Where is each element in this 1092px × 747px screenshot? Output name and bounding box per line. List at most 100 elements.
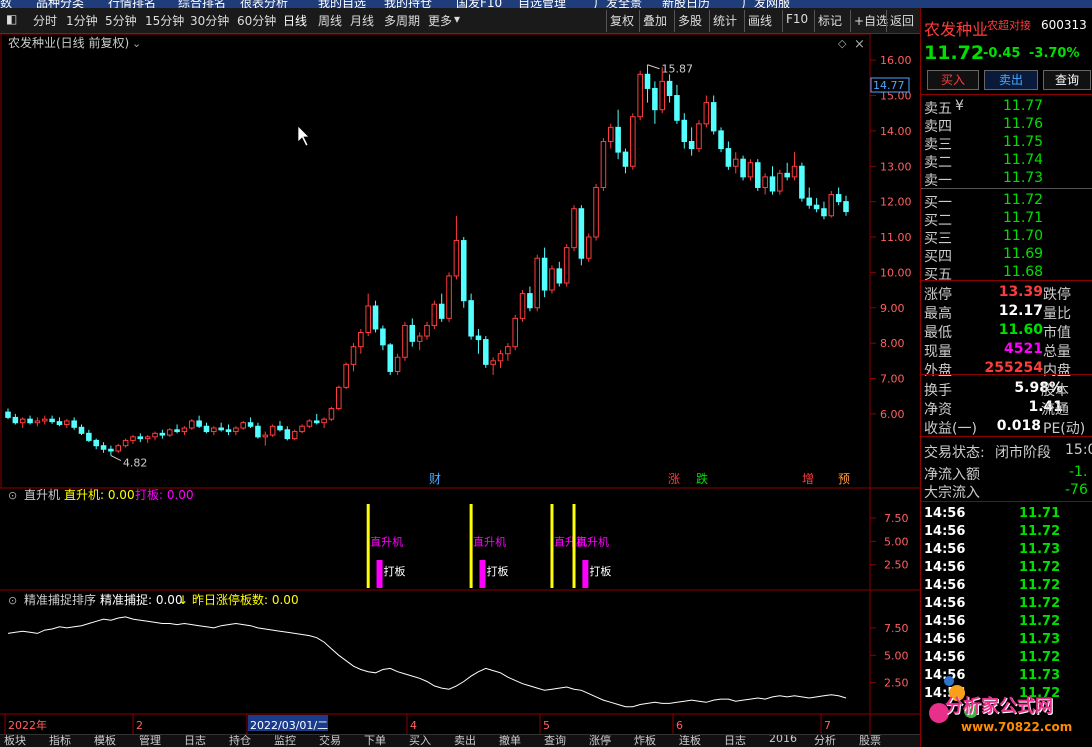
top-menu-item[interactable]: 新股日历 bbox=[662, 0, 710, 8]
period-tab[interactable]: 分时 bbox=[33, 12, 57, 29]
tick-row: 14:56 11.72 bbox=[921, 578, 1092, 596]
bottom-tab[interactable]: 交易 bbox=[319, 735, 341, 747]
period-tab[interactable]: 周线 bbox=[318, 12, 342, 29]
top-menu-item[interactable]: 广发网服 bbox=[742, 0, 790, 8]
period-tab[interactable]: 60分钟 bbox=[237, 12, 276, 29]
block-inflow-row: 大宗流入 -76 bbox=[921, 482, 1092, 501]
bottom-tab[interactable]: 查询 bbox=[544, 735, 566, 747]
top-menu-item[interactable]: 自选管理 bbox=[518, 0, 566, 8]
toolbar-action[interactable]: +自选 bbox=[854, 12, 888, 29]
close-icon[interactable]: × bbox=[854, 37, 865, 52]
period-tab[interactable]: 1分钟 bbox=[66, 12, 98, 29]
ask-price: 11.77 bbox=[1003, 98, 1044, 114]
indicator1-toggle-icon[interactable]: ⊙ bbox=[8, 489, 17, 502]
event-marker[interactable]: 预 bbox=[838, 472, 850, 486]
bottom-tab[interactable]: 炸板 bbox=[634, 735, 656, 747]
bottom-tab[interactable]: 日志 bbox=[184, 735, 206, 747]
bid-row[interactable]: 买三 11.70 bbox=[921, 228, 1092, 247]
toolbar-action[interactable]: F10 bbox=[786, 12, 808, 26]
ask-row[interactable]: 卖一 11.73 bbox=[921, 170, 1092, 189]
toolbar-action[interactable]: 叠加 bbox=[643, 12, 667, 29]
trade-status: 闭市阶段 bbox=[995, 445, 1051, 461]
stat-label-2: PE(动) bbox=[1043, 421, 1086, 437]
toolbar-action[interactable]: 画线 bbox=[748, 12, 772, 29]
bottom-tab[interactable]: 涨停 bbox=[589, 735, 611, 747]
y-tick-label: 14.00 bbox=[880, 125, 912, 138]
bottom-tab[interactable]: 日志 bbox=[724, 735, 746, 747]
sell-button[interactable]: 卖出 bbox=[984, 70, 1038, 90]
toolbar-separator bbox=[744, 10, 745, 32]
toolbar-action[interactable]: 复权 bbox=[610, 12, 634, 29]
tick-price: 11.72 bbox=[1019, 560, 1061, 575]
tick-price: 11.72 bbox=[1019, 650, 1061, 665]
bottom-tab[interactable]: 持仓 bbox=[229, 735, 251, 747]
event-marker[interactable]: 涨 bbox=[668, 471, 680, 486]
top-menu-item[interactable]: 很表分析 bbox=[240, 0, 288, 8]
super-label[interactable]: 农超对接 bbox=[987, 17, 1031, 33]
period-tab[interactable]: 月线 bbox=[350, 12, 374, 29]
top-menu-item[interactable]: 品种分类 bbox=[36, 0, 84, 8]
bottom-tab[interactable]: 模板 bbox=[94, 735, 116, 747]
bid-row[interactable]: 买一 11.72 bbox=[921, 192, 1092, 211]
bottom-tab-bar[interactable]: 板块 指标 模板 管理 日志 持仓 监控 交易 下单 买入 卖出 撤单 查询 涨停 炸板 连板 日志 2016 分析… bbox=[0, 734, 920, 747]
query-button[interactable]: 查询 bbox=[1043, 70, 1091, 90]
tick-time: 14:56 bbox=[924, 632, 966, 647]
toolbar-action[interactable]: 多股 bbox=[678, 12, 702, 29]
indicator2-toggle-icon[interactable]: ⊙ bbox=[8, 594, 17, 607]
top-menu-item[interactable]: 数 bbox=[0, 0, 12, 8]
ask-row[interactable]: 卖四 11.76 bbox=[921, 116, 1092, 135]
bid-row[interactable]: 买二 11.71 bbox=[921, 210, 1092, 229]
period-tab[interactable]: 日线 bbox=[283, 12, 307, 29]
candle-body bbox=[343, 363, 349, 388]
bottom-tab[interactable]: 监控 bbox=[274, 735, 296, 747]
top-menu-item[interactable]: 综合排名 bbox=[178, 0, 226, 8]
diamond-icon[interactable]: ◇ bbox=[838, 37, 847, 50]
title-dropdown-icon[interactable]: ⌄ bbox=[132, 37, 141, 50]
bottom-tab[interactable]: 连板 bbox=[679, 735, 701, 747]
bottom-tab[interactable]: 股票 bbox=[859, 735, 881, 747]
ask-row[interactable]: 卖三 11.75 bbox=[921, 134, 1092, 153]
period-tab[interactable]: 15分钟 bbox=[145, 12, 184, 29]
period-tab[interactable]: 30分钟 bbox=[190, 12, 229, 29]
candle-body bbox=[196, 420, 202, 427]
toolbar-action[interactable]: 统计 bbox=[713, 12, 737, 29]
period-tab[interactable]: 更多 bbox=[428, 12, 452, 29]
top-menu-item[interactable]: 广发全景 bbox=[594, 0, 642, 8]
bottom-tab[interactable]: 下单 bbox=[364, 735, 386, 747]
period-tab[interactable]: 多周期 bbox=[384, 12, 420, 29]
candle-body bbox=[828, 194, 835, 217]
candle-body bbox=[659, 80, 666, 111]
bottom-tab[interactable]: 卖出 bbox=[454, 735, 476, 747]
bottom-tab[interactable]: 买入 bbox=[409, 735, 431, 747]
ask-row[interactable]: 卖五 ¥11.77 bbox=[921, 98, 1092, 117]
candle-body bbox=[144, 436, 151, 440]
chart-area[interactable]: 农发种业(日线 前复权) ⌄ ◇ × 16.0015.0014.0013.001… bbox=[0, 34, 920, 734]
bottom-tab[interactable]: 管理 bbox=[139, 735, 161, 747]
bottom-tab[interactable]: 指标 bbox=[49, 735, 71, 747]
stat-label-2: 总量 bbox=[1043, 344, 1071, 360]
bottom-tab[interactable]: 分析 bbox=[814, 735, 836, 747]
candle-body bbox=[703, 102, 710, 125]
top-menu-item[interactable]: 国发F10 bbox=[456, 0, 502, 8]
more-dropdown-icon[interactable]: ▾ bbox=[454, 12, 460, 26]
event-marker[interactable]: 财 bbox=[429, 472, 441, 486]
period-tab[interactable]: 5分钟 bbox=[105, 12, 137, 29]
top-menu-item[interactable]: 我的持仓 bbox=[384, 0, 432, 8]
bottom-tab[interactable]: 板块 bbox=[4, 735, 26, 747]
top-menu-item[interactable]: 行情排名 bbox=[108, 0, 156, 8]
candle-body bbox=[813, 204, 820, 210]
stat-label: 收益(一) bbox=[924, 421, 977, 437]
toolbar-action[interactable]: 返回 bbox=[890, 12, 914, 29]
event-marker[interactable]: 增 bbox=[802, 472, 814, 486]
bottom-tab[interactable]: 撤单 bbox=[499, 735, 521, 747]
ask-row[interactable]: 卖二 11.74 bbox=[921, 152, 1092, 171]
toolbar-action[interactable]: 标记 bbox=[818, 12, 842, 29]
top-menu-item[interactable]: 我的自选 bbox=[318, 0, 366, 8]
toolbar-toggle-icon[interactable]: ◧ bbox=[6, 12, 17, 26]
indicator2-name: 精准捕捉排序 bbox=[24, 592, 96, 607]
tick-row: 14:56 11.72 bbox=[921, 560, 1092, 578]
event-marker[interactable]: 跌 bbox=[696, 471, 708, 486]
buy-button[interactable]: 买入 bbox=[927, 70, 979, 90]
bid-row[interactable]: 买四 11.69 bbox=[921, 246, 1092, 265]
bottom-tab[interactable]: 2016 bbox=[769, 735, 797, 745]
